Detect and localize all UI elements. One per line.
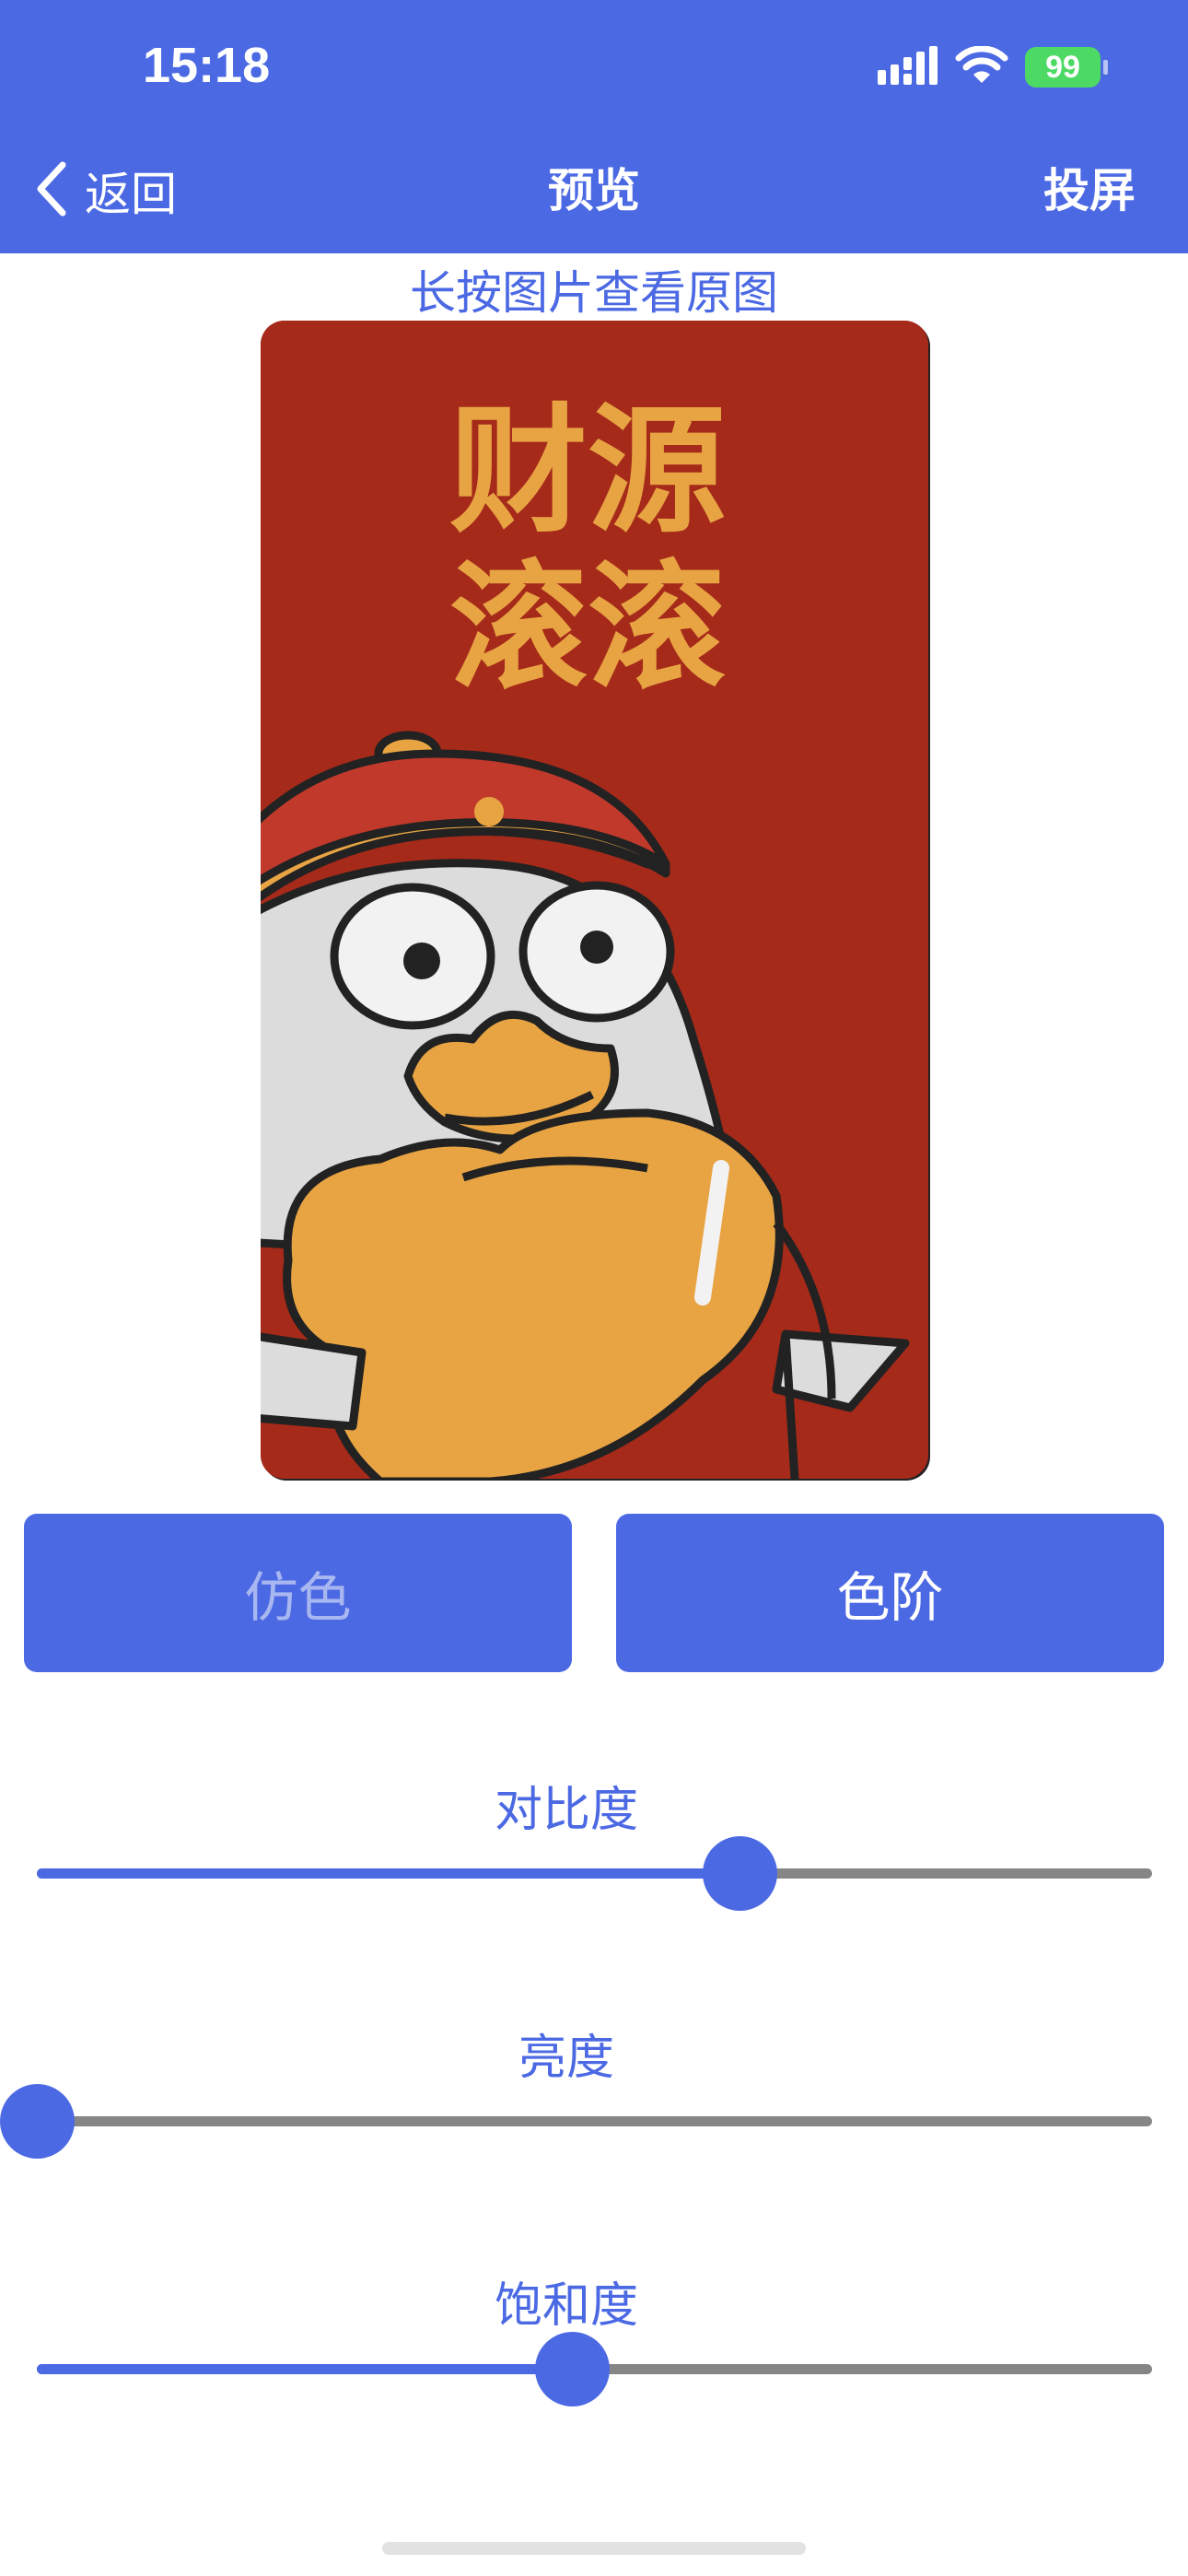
home-indicator bbox=[382, 2542, 806, 2555]
contrast-slider[interactable] bbox=[37, 1836, 1152, 1911]
status-time: 15:18 bbox=[143, 38, 271, 93]
back-button[interactable]: 返回 bbox=[35, 158, 177, 223]
image-text-line1: 财源 bbox=[449, 392, 726, 552]
slider-thumb[interactable] bbox=[535, 2332, 611, 2406]
long-press-hint: 长按图片查看原图 bbox=[410, 266, 778, 320]
page-title: 预览 bbox=[548, 164, 640, 217]
chevron-left-icon bbox=[35, 161, 68, 220]
brightness-slider[interactable] bbox=[0, 2084, 1152, 2159]
wifi-icon bbox=[955, 45, 1008, 88]
image-text-line2: 滚滚 bbox=[449, 548, 726, 708]
brightness-label: 亮度 bbox=[518, 2031, 614, 2086]
saturation-slider[interactable] bbox=[37, 2332, 1152, 2406]
preview-image[interactable]: 财源 滚滚 bbox=[261, 321, 928, 1479]
cast-button[interactable]: 投屏 bbox=[1043, 158, 1136, 223]
saturation-label: 饱和度 bbox=[494, 2278, 638, 2334]
slider-thumb[interactable] bbox=[0, 2084, 75, 2159]
battery-level: 99 bbox=[1045, 49, 1080, 85]
cellular-signal-icon bbox=[878, 46, 938, 88]
back-label: 返回 bbox=[85, 168, 177, 221]
levels-button[interactable]: 色阶 bbox=[616, 1514, 1164, 1672]
slider-fill bbox=[37, 1868, 740, 1879]
slider-track bbox=[37, 2116, 1152, 2126]
battery-icon: 99 bbox=[1025, 47, 1108, 88]
slider-thumb[interactable] bbox=[702, 1836, 777, 1911]
contrast-label: 对比度 bbox=[494, 1783, 638, 1838]
slider-fill bbox=[37, 2364, 573, 2374]
dither-button[interactable]: 仿色 bbox=[24, 1514, 572, 1672]
nav-bar: 15:18 99 返回 预览 投屏 bbox=[0, 0, 1188, 253]
status-icons: 99 bbox=[878, 44, 1108, 90]
